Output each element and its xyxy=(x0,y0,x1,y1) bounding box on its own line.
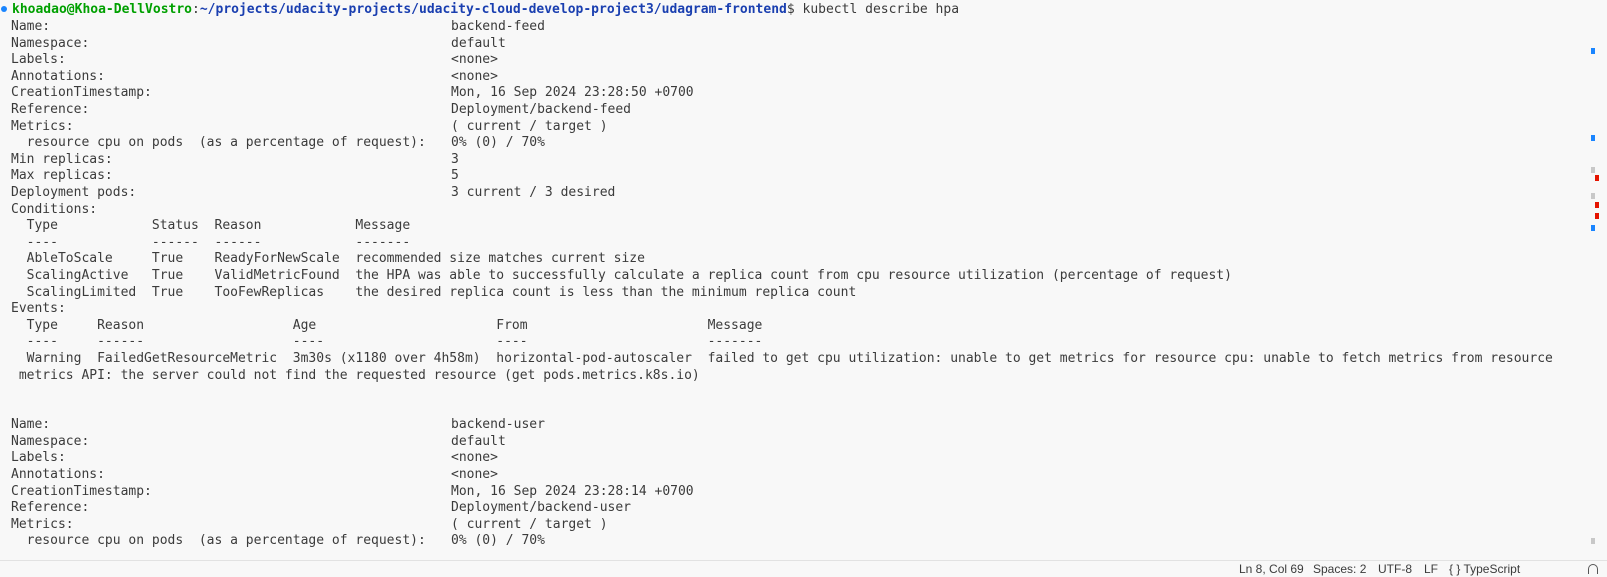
status-bar: Ln 8, Col 69 Spaces: 2 UTF-8 LF { } Type… xyxy=(0,560,1607,577)
field-value: Deployment/backend-user xyxy=(451,500,632,515)
scroll-marker xyxy=(1591,48,1595,54)
field-value: 0% (0) / 70% xyxy=(451,135,545,150)
hpa2-name-row: Name: backend-user xyxy=(11,416,545,433)
field-value: <none> xyxy=(451,450,498,465)
hpa1-labels-row: Labels: <none> xyxy=(11,51,498,68)
field-value: backend-feed xyxy=(451,19,545,34)
command-status-dot-icon xyxy=(1,5,7,12)
field-label: Name: xyxy=(11,19,51,34)
events-table-row: Warning FailedGetResourceMetric 3m30s (x… xyxy=(11,351,1553,366)
scroll-marker xyxy=(1595,213,1599,219)
scroll-marker xyxy=(1591,167,1595,173)
conditions-table-header: Type Status Reason Message xyxy=(11,218,411,233)
prompt-path: ~/projects/udacity-projects/udacity-clou… xyxy=(199,2,787,17)
events-table-row-wrap: metrics API: the server could not find t… xyxy=(11,368,700,383)
field-label: Metrics: xyxy=(11,119,74,134)
field-label: Namespace: xyxy=(11,434,90,449)
hpa1-namespace-row: Namespace: default xyxy=(11,35,506,52)
hpa1-annotations-row: Annotations: <none> xyxy=(11,68,498,85)
field-label: Annotations: xyxy=(11,69,105,84)
conditions-table-row: AbleToScale True ReadyForNewScale recomm… xyxy=(11,251,645,266)
field-label: Annotations: xyxy=(11,467,105,482)
field-label: CreationTimestamp: xyxy=(11,484,152,499)
hpa2-labels-row: Labels: <none> xyxy=(11,449,498,466)
hpa1-creation-row: CreationTimestamp: Mon, 16 Sep 2024 23:28… xyxy=(11,84,694,101)
field-label: Min replicas: xyxy=(11,152,113,167)
field-label: resource cpu on pods (as a percentage of… xyxy=(11,135,426,150)
hpa1-metrics-row: Metrics: ( current / target ) xyxy=(11,118,608,135)
cursor-position[interactable]: Ln 8, Col 69 xyxy=(1239,562,1304,576)
field-value: <none> xyxy=(451,467,498,482)
field-label: Labels: xyxy=(11,52,66,67)
field-value: ( current / target ) xyxy=(451,119,608,134)
field-label: CreationTimestamp: xyxy=(11,85,152,100)
field-value: 3 current / 3 desired xyxy=(451,185,616,200)
field-label: Max replicas: xyxy=(11,168,113,183)
field-label: Metrics: xyxy=(11,517,74,532)
command-text: kubectl describe hpa xyxy=(794,2,960,17)
prompt-user-host: khoadao@Khoa-DellVostro xyxy=(12,2,193,17)
hpa1-conditions-label: Conditions: xyxy=(11,202,98,217)
field-value: ( current / target ) xyxy=(451,517,608,532)
hpa1-resource-row: resource cpu on pods (as a percentage of… xyxy=(11,134,545,151)
hpa2-metrics-row: Metrics: ( current / target ) xyxy=(11,516,608,533)
hpa2-annotations-row: Annotations: <none> xyxy=(11,466,498,483)
scroll-marker xyxy=(1591,538,1595,544)
conditions-table-row: ScalingLimited True TooFewReplicas the d… xyxy=(11,285,857,300)
language-mode[interactable]: { } TypeScript xyxy=(1449,562,1520,576)
hpa1-name-row: Name: backend-feed xyxy=(11,18,545,35)
eol-setting[interactable]: LF xyxy=(1424,562,1438,576)
field-label: Reference: xyxy=(11,102,90,117)
field-value: 5 xyxy=(451,168,459,183)
scroll-marker xyxy=(1591,193,1595,199)
events-table-separator: ---- ------ ---- ---- ------- xyxy=(11,334,763,349)
notifications-bell-icon[interactable] xyxy=(1588,564,1598,574)
field-value: <none> xyxy=(451,69,498,84)
indentation-setting[interactable]: Spaces: 2 xyxy=(1313,562,1366,576)
hpa1-reference-row: Reference: Deployment/backend-feed xyxy=(11,101,631,118)
hpa2-namespace-row: Namespace: default xyxy=(11,433,506,450)
scroll-marker xyxy=(1595,202,1599,208)
overview-ruler-scrollbar[interactable] xyxy=(1590,0,1607,560)
hpa1-min-replicas-row: Min replicas: 3 xyxy=(11,151,459,168)
field-value: Deployment/backend-feed xyxy=(451,102,632,117)
scroll-marker xyxy=(1595,175,1599,181)
hpa1-max-replicas-row: Max replicas: 5 xyxy=(11,167,459,184)
conditions-table-separator: ---- ------ ------ ------- xyxy=(11,235,411,250)
field-value: backend-user xyxy=(451,417,545,432)
field-label: Deployment pods: xyxy=(11,185,137,200)
hpa2-creation-row: CreationTimestamp: Mon, 16 Sep 2024 23:28… xyxy=(11,483,694,500)
field-value: 3 xyxy=(451,152,459,167)
hpa2-resource-row: resource cpu on pods (as a percentage of… xyxy=(11,532,545,549)
field-value: <none> xyxy=(451,52,498,67)
events-table-header: Type Reason Age From Message xyxy=(11,318,763,333)
prompt-line: khoadao@Khoa-DellVostro:~/projects/udaci… xyxy=(0,1,959,18)
hpa1-deployment-pods-row: Deployment pods: 3 current / 3 desired xyxy=(11,184,615,201)
prompt-symbol: $ xyxy=(786,2,795,17)
terminal-output[interactable]: khoadao@Khoa-DellVostro:~/projects/udaci… xyxy=(0,0,1590,560)
field-value: Mon, 16 Sep 2024 23:28:14 +0700 xyxy=(451,484,694,499)
hpa1-events-label: Events: xyxy=(11,301,66,316)
hpa2-reference-row: Reference: Deployment/backend-user xyxy=(11,499,631,516)
field-label: resource cpu on pods (as a percentage of… xyxy=(11,533,426,548)
field-value: default xyxy=(451,434,506,449)
field-label: Name: xyxy=(11,417,51,432)
field-value: Mon, 16 Sep 2024 23:28:50 +0700 xyxy=(451,85,694,100)
field-label: Labels: xyxy=(11,450,66,465)
field-value: default xyxy=(451,36,506,51)
conditions-table-row: ScalingActive True ValidMetricFound the … xyxy=(11,268,1232,283)
scroll-marker xyxy=(1591,135,1595,141)
field-value: 0% (0) / 70% xyxy=(451,533,545,548)
field-label: Reference: xyxy=(11,500,90,515)
scroll-marker xyxy=(1591,225,1595,231)
encoding-setting[interactable]: UTF-8 xyxy=(1378,562,1412,576)
field-label: Namespace: xyxy=(11,36,90,51)
